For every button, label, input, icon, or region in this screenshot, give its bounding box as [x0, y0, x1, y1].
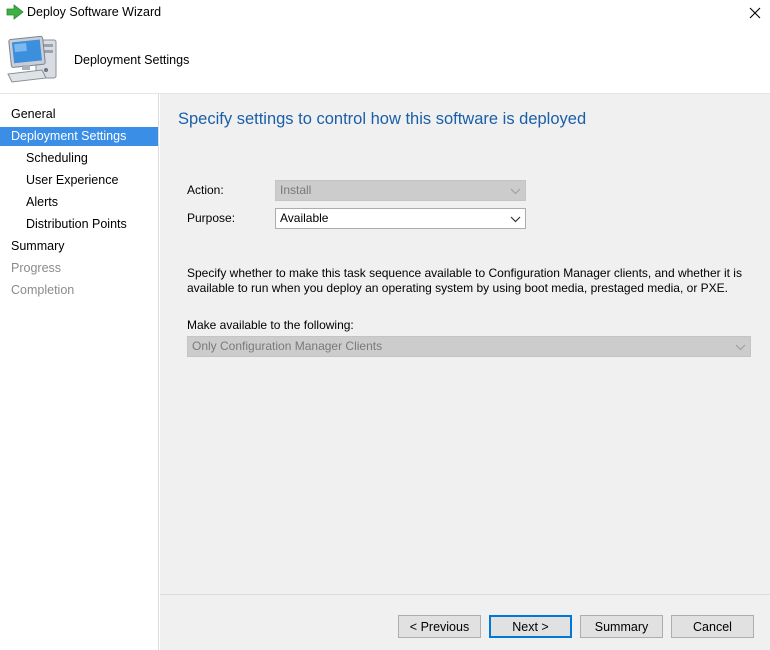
action-select-value: Install [280, 183, 312, 197]
main-panel: Specify settings to control how this sof… [160, 94, 770, 594]
close-button[interactable] [740, 0, 770, 26]
wizard-steps-sidebar: General Deployment Settings Scheduling U… [0, 94, 159, 650]
purpose-select[interactable]: Available [275, 208, 526, 229]
sidebar-item-user-experience[interactable]: User Experience [0, 171, 158, 190]
action-label: Action: [187, 183, 224, 197]
window-title: Deploy Software Wizard [27, 5, 162, 19]
wizard-footer: < Previous Next > Summary Cancel [160, 594, 770, 650]
section-heading: Specify settings to control how this sof… [178, 110, 587, 128]
cancel-button[interactable]: Cancel [671, 615, 754, 638]
previous-button[interactable]: < Previous [398, 615, 481, 638]
chevron-down-icon [735, 344, 746, 351]
computer-icon [7, 35, 57, 83]
sidebar-item-summary[interactable]: Summary [0, 237, 158, 256]
sidebar-item-alerts[interactable]: Alerts [0, 193, 158, 212]
wizard-header: Deployment Settings [0, 26, 770, 94]
sidebar-item-progress: Progress [11, 261, 62, 275]
chevron-down-icon [510, 216, 521, 223]
sidebar-item-deployment-settings[interactable]: Deployment Settings [0, 127, 158, 146]
make-available-label: Make available to the following: [187, 318, 354, 332]
sidebar-item-scheduling[interactable]: Scheduling [0, 149, 158, 168]
make-available-select: Only Configuration Manager Clients [187, 336, 751, 357]
sidebar-item-completion: Completion [11, 283, 75, 297]
sidebar-item-distribution-points[interactable]: Distribution Points [0, 215, 158, 234]
purpose-select-value: Available [280, 211, 329, 225]
title-bar: Deploy Software Wizard [0, 0, 770, 26]
summary-button[interactable]: Summary [580, 615, 663, 638]
green-arrow-icon [6, 4, 24, 20]
sidebar-item-general[interactable]: General [0, 105, 158, 124]
purpose-description: Specify whether to make this task sequen… [187, 266, 742, 295]
chevron-down-icon [510, 188, 521, 195]
next-button[interactable]: Next > [489, 615, 572, 638]
make-available-select-value: Only Configuration Manager Clients [192, 339, 383, 353]
action-select: Install [275, 180, 526, 201]
purpose-label: Purpose: [187, 211, 236, 225]
page-title: Deployment Settings [74, 53, 190, 67]
close-icon [749, 7, 761, 19]
